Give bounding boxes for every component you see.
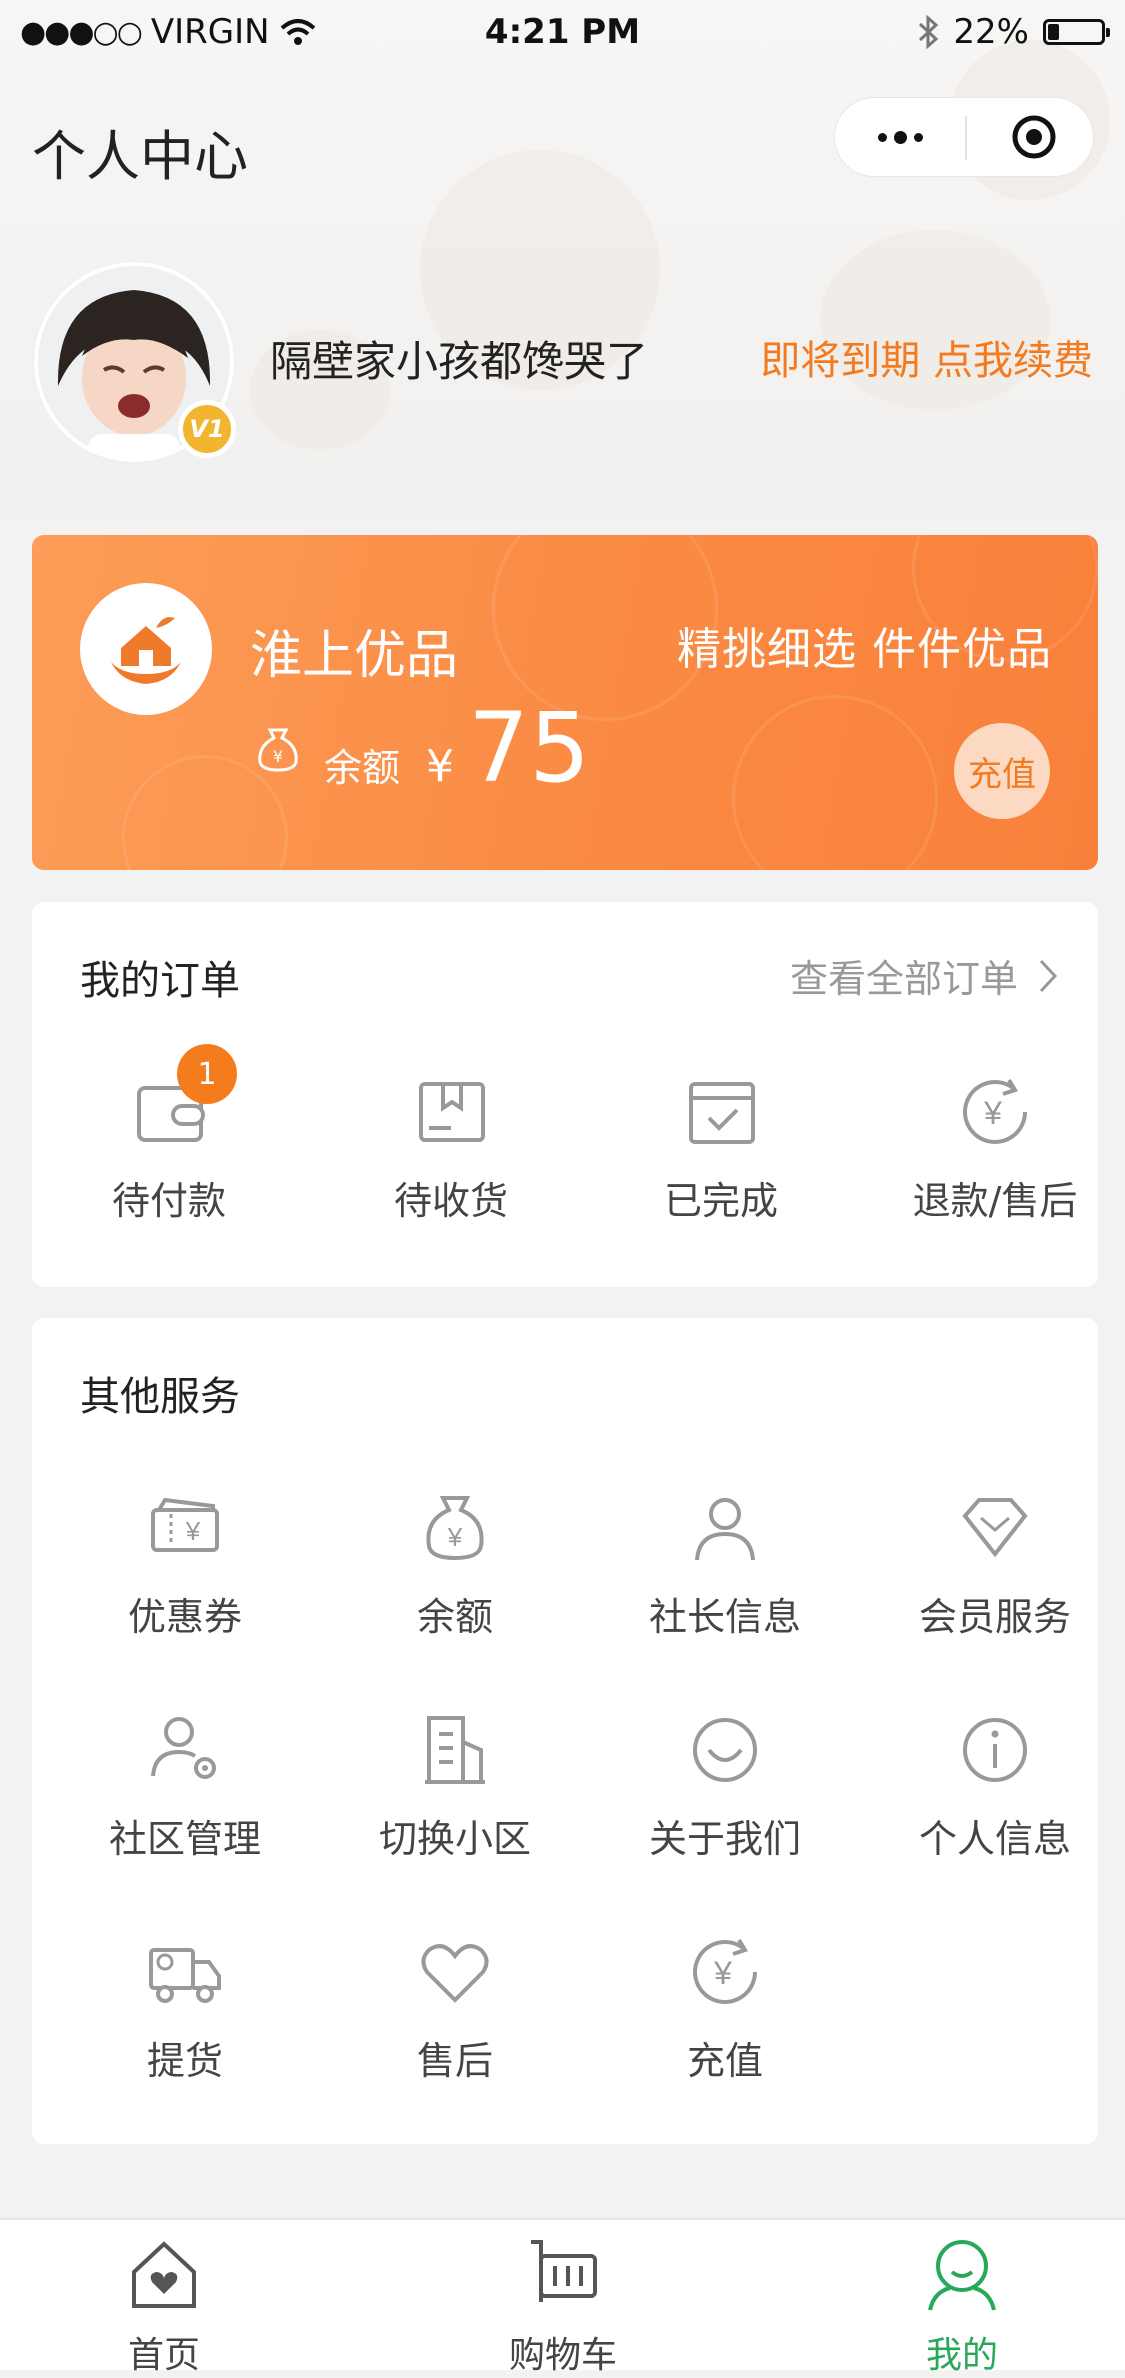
service-pickup[interactable]: 提货 bbox=[52, 1932, 318, 2085]
tab-label: 我的 bbox=[925, 2335, 998, 2376]
money-bag-icon: ¥ bbox=[258, 728, 298, 772]
more-dot-icon bbox=[877, 132, 887, 142]
heart-icon bbox=[421, 1944, 489, 2003]
service-recharge[interactable]: ¥ 充值 bbox=[592, 1932, 858, 2085]
service-membership[interactable]: 会员服务 bbox=[862, 1488, 1125, 1641]
calendar-check-icon bbox=[689, 1082, 755, 1144]
package-icon bbox=[419, 1082, 485, 1142]
order-pending-payment[interactable]: 1 待付款 bbox=[36, 1044, 302, 1225]
profile-icon bbox=[928, 2240, 996, 2311]
money-bag-icon: ¥ bbox=[426, 1496, 484, 1561]
svg-text:¥: ¥ bbox=[185, 1516, 201, 1546]
orders-panel: 我的订单 查看全部订单 1 待付款 待收货 已完成 ¥ 退款/售后 bbox=[32, 902, 1098, 1287]
currency-symbol: ¥ bbox=[426, 741, 455, 792]
membership-card[interactable]: 淮上优品 精挑细选 件件优品 ¥ 余额 ¥ 75 充值 bbox=[32, 535, 1098, 870]
tab-profile[interactable]: 我的 bbox=[862, 2232, 1062, 2378]
capsule-divider bbox=[965, 116, 967, 160]
close-target-icon[interactable] bbox=[1010, 113, 1058, 161]
svg-text:¥: ¥ bbox=[713, 1955, 732, 1991]
truck-icon bbox=[149, 1948, 221, 2003]
service-personal-info[interactable]: 个人信息 bbox=[862, 1710, 1125, 1863]
building-icon bbox=[425, 1716, 485, 1784]
order-item-label: 已完成 bbox=[663, 1179, 778, 1223]
view-all-orders-label: 查看全部订单 bbox=[789, 957, 1018, 1001]
recharge-icon: ¥ bbox=[693, 1938, 757, 2004]
service-label: 售后 bbox=[416, 2039, 493, 2083]
more-dot-icon bbox=[913, 132, 923, 142]
order-completed[interactable]: 已完成 bbox=[588, 1072, 854, 1225]
order-item-label: 待收货 bbox=[393, 1179, 508, 1223]
svg-text:¥: ¥ bbox=[447, 1522, 463, 1552]
level-badge: V1 bbox=[178, 400, 236, 458]
user-settings-icon bbox=[151, 1717, 216, 1779]
service-label: 充值 bbox=[686, 2039, 763, 2083]
balance-label: 余额 bbox=[324, 746, 401, 790]
house-hands-icon bbox=[111, 617, 181, 684]
service-coupon[interactable]: ¥ 优惠券 bbox=[52, 1488, 318, 1641]
more-button[interactable] bbox=[835, 98, 965, 176]
service-switch-community[interactable]: 切换小区 bbox=[322, 1710, 588, 1863]
service-balance[interactable]: ¥ 余额 bbox=[322, 1488, 588, 1641]
bluetooth-icon bbox=[919, 15, 939, 49]
card-decoration bbox=[732, 695, 938, 870]
more-dot-icon bbox=[893, 130, 907, 144]
service-after-sales[interactable]: 售后 bbox=[322, 1932, 588, 2085]
service-community-manage[interactable]: 社区管理 bbox=[52, 1710, 318, 1863]
orders-title: 我的订单 bbox=[80, 958, 240, 1004]
status-bar: ●●●○○ VIRGIN 4:21 PM 22% bbox=[0, 0, 1125, 66]
tab-bar: 首页 购物车 我的 bbox=[0, 2218, 1125, 2376]
cart-icon bbox=[531, 2240, 597, 2302]
service-label: 社区管理 bbox=[108, 1817, 261, 1861]
battery-percent: 22% bbox=[953, 12, 1029, 52]
service-about-us[interactable]: 关于我们 bbox=[592, 1710, 858, 1863]
brand-slogan: 精挑细选 件件优品 bbox=[677, 624, 1052, 675]
svg-text:¥: ¥ bbox=[273, 747, 283, 766]
page-title: 个人中心 bbox=[32, 125, 248, 188]
brand-name: 淮上优品 bbox=[250, 626, 459, 686]
service-label: 个人信息 bbox=[918, 1817, 1071, 1861]
pending-payment-badge: 1 bbox=[177, 1044, 237, 1104]
username: 隔壁家小孩都馋哭了 bbox=[270, 337, 649, 386]
service-leader-info[interactable]: 社长信息 bbox=[592, 1488, 858, 1641]
diamond-icon bbox=[962, 1498, 1028, 1558]
service-label: 社长信息 bbox=[648, 1595, 801, 1639]
service-label: 优惠券 bbox=[127, 1595, 242, 1639]
battery-icon bbox=[1043, 19, 1110, 45]
tab-label: 首页 bbox=[127, 2335, 200, 2376]
service-label: 切换小区 bbox=[378, 1817, 531, 1861]
coupon-icon: ¥ bbox=[151, 1497, 219, 1552]
brand-logo bbox=[80, 583, 212, 715]
tab-cart[interactable]: 购物车 bbox=[463, 2232, 663, 2378]
svg-text:¥: ¥ bbox=[983, 1095, 1002, 1131]
home-icon bbox=[132, 2241, 196, 2308]
balance-row: ¥ 余额 ¥ 75 bbox=[250, 700, 590, 796]
recharge-button[interactable]: 充值 bbox=[954, 723, 1050, 819]
order-item-label: 退款/售后 bbox=[912, 1179, 1078, 1223]
tab-home[interactable]: 首页 bbox=[64, 2232, 264, 2378]
order-pending-delivery[interactable]: 待收货 bbox=[318, 1072, 584, 1225]
mini-program-capsule bbox=[834, 97, 1094, 177]
services-title: 其他服务 bbox=[80, 1374, 240, 1420]
user-icon bbox=[695, 1498, 755, 1561]
balance-amount: 75 bbox=[468, 692, 591, 804]
smile-icon bbox=[693, 1718, 757, 1782]
refund-icon: ¥ bbox=[963, 1078, 1027, 1144]
status-right: 22% bbox=[917, 12, 1110, 52]
tab-label: 购物车 bbox=[508, 2335, 617, 2376]
service-label: 提货 bbox=[146, 2039, 223, 2083]
order-refund[interactable]: ¥ 退款/售后 bbox=[862, 1072, 1125, 1225]
chevron-right-icon bbox=[1039, 959, 1058, 992]
service-label: 余额 bbox=[416, 1595, 493, 1639]
renew-link[interactable]: 即将到期 点我续费 bbox=[760, 328, 1093, 386]
view-all-orders-link[interactable]: 查看全部订单 bbox=[790, 948, 1058, 1003]
service-label: 关于我们 bbox=[648, 1817, 801, 1861]
services-panel: 其他服务 ¥ 优惠券 ¥ 余额 社长信息 会员服务 社区管理 切换小区 关于我们… bbox=[32, 1318, 1098, 2144]
info-icon bbox=[963, 1718, 1027, 1782]
order-item-label: 待付款 bbox=[111, 1179, 226, 1223]
service-label: 会员服务 bbox=[918, 1595, 1071, 1639]
